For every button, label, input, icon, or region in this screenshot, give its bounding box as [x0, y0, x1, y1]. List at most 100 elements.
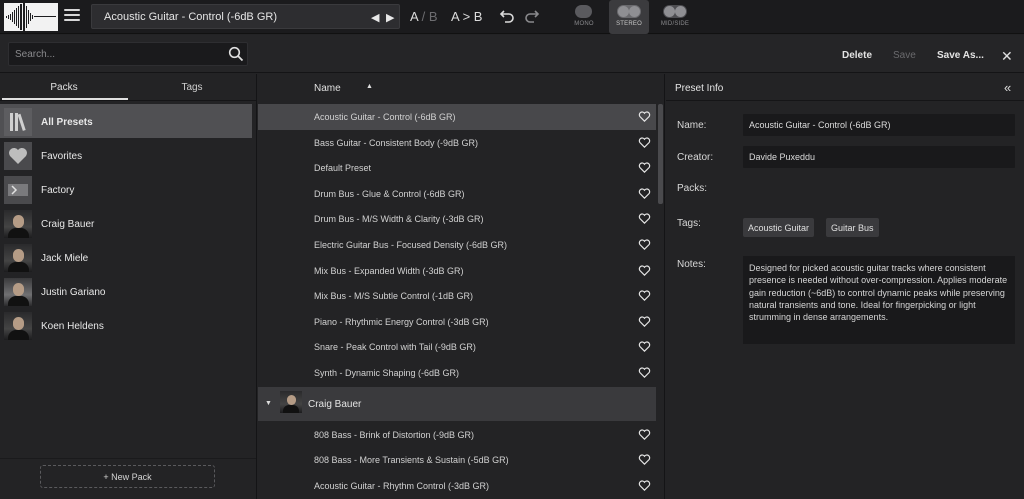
mono-icon: [575, 5, 592, 18]
delete-button[interactable]: Delete: [842, 50, 872, 61]
preset-info-panel: Preset Info « Name: Acoustic Guitar - Co…: [666, 74, 1024, 499]
preset-name: 808 Bass - Brink of Distortion (-9dB GR): [314, 429, 475, 440]
preset-row[interactable]: Mix Bus - M/S Subtle Control (-1dB GR): [258, 283, 656, 309]
pack-label: All Presets: [41, 117, 93, 128]
preset-selector[interactable]: Acoustic Guitar - Control (-6dB GR) ◀ ▶: [91, 4, 400, 29]
hamburger-menu-icon[interactable]: [64, 9, 80, 23]
expand-triangle-icon[interactable]: ▼: [265, 400, 272, 407]
prev-preset-arrow-icon[interactable]: ◀: [371, 11, 379, 24]
favorite-heart-icon[interactable]: [638, 110, 651, 123]
scrollbar[interactable]: [658, 104, 663, 204]
search-input[interactable]: [9, 43, 219, 65]
preset-name: 808 Bass - More Transients & Sustain (-5…: [314, 455, 509, 466]
logo: [4, 3, 58, 31]
preset-list: Acoustic Guitar - Control (-6dB GR) Bass…: [258, 104, 656, 498]
preset-row[interactable]: Electric Guitar Bus - Focused Density (-…: [258, 232, 656, 258]
preset-row[interactable]: Acoustic Guitar - Rhythm Control (-3dB G…: [258, 473, 656, 499]
pack-item-all-presets[interactable]: All Presets: [0, 104, 252, 138]
preset-name: Acoustic Guitar - Control (-6dB GR): [314, 112, 456, 122]
browser-toolbar: Delete Save Save As... ✕: [0, 35, 1024, 73]
avatar: [4, 244, 32, 272]
preset-row[interactable]: Mix Bus - Expanded Width (-3dB GR): [258, 258, 656, 284]
notes-field[interactable]: Designed for picked acoustic guitar trac…: [743, 256, 1015, 344]
favorite-heart-icon[interactable]: [638, 289, 651, 302]
favorite-heart-icon[interactable]: [638, 453, 651, 466]
favorite-heart-icon[interactable]: [638, 340, 651, 353]
favorite-heart-icon[interactable]: [638, 212, 651, 225]
ab-toggle[interactable]: A / B: [410, 9, 438, 24]
preset-row[interactable]: Synth - Dynamic Shaping (-6dB GR): [258, 360, 656, 386]
preset-row[interactable]: Acoustic Guitar - Control (-6dB GR): [258, 104, 656, 130]
search-box: [8, 42, 248, 66]
mode-midside-button[interactable]: MID/SIDE: [655, 0, 695, 34]
favorite-heart-icon[interactable]: [638, 187, 651, 200]
mode-mono-button[interactable]: MONO: [564, 0, 604, 34]
favorite-heart-icon[interactable]: [638, 136, 651, 149]
avatar: [4, 278, 32, 306]
save-button[interactable]: Save: [893, 50, 916, 61]
pack-item-craig-bauer[interactable]: Craig Bauer: [0, 206, 256, 240]
packs-panel: Packs Tags All Presets Favorites Factory…: [0, 74, 257, 499]
redo-icon[interactable]: [524, 8, 540, 24]
favorite-heart-icon[interactable]: [638, 479, 651, 492]
preset-name: Electric Guitar Bus - Focused Density (-…: [314, 239, 508, 250]
new-pack-button[interactable]: + New Pack: [40, 465, 215, 488]
preset-row[interactable]: 808 Bass - Brink of Distortion (-9dB GR): [258, 422, 656, 448]
favorite-heart-icon[interactable]: [638, 264, 651, 277]
preset-name: Mix Bus - Expanded Width (-3dB GR): [314, 265, 464, 276]
notes-label: Notes:: [677, 259, 706, 270]
avatar: [4, 312, 32, 340]
favorite-heart-icon[interactable]: [638, 238, 651, 251]
undo-icon[interactable]: [499, 8, 515, 24]
pack-label: Jack Miele: [41, 253, 89, 264]
next-preset-arrow-icon[interactable]: ▶: [386, 11, 394, 24]
collapse-panel-icon[interactable]: «: [1004, 80, 1011, 95]
heart-icon: [4, 142, 32, 170]
tab-tags[interactable]: Tags: [128, 82, 256, 93]
name-column-header[interactable]: Name: [314, 83, 341, 94]
pack-item-favorites[interactable]: Favorites: [0, 138, 256, 172]
midside-icon: [663, 5, 687, 18]
preset-row[interactable]: Drum Bus - M/S Width & Clarity (-3dB GR): [258, 206, 656, 232]
pack-item-jack-miele[interactable]: Jack Miele: [0, 240, 256, 274]
preset-row[interactable]: Bass Guitar - Consistent Body (-9dB GR): [258, 130, 656, 156]
save-as-button[interactable]: Save As...: [937, 50, 984, 61]
creator-label: Creator:: [677, 152, 714, 163]
pack-label: Craig Bauer: [41, 219, 95, 230]
panel-title: Preset Info: [675, 83, 724, 94]
preset-row[interactable]: Snare - Peak Control with Tail (-9dB GR): [258, 334, 656, 360]
mode-stereo-button[interactable]: STEREO: [609, 0, 649, 34]
tag-chip[interactable]: Guitar Bus: [826, 218, 879, 237]
tag-chip[interactable]: Acoustic Guitar: [743, 218, 815, 237]
name-field[interactable]: Acoustic Guitar - Control (-6dB GR): [743, 114, 1015, 136]
creator-field[interactable]: Davide Puxeddu: [743, 146, 1015, 168]
copy-a-to-b-button[interactable]: A > B: [451, 9, 482, 24]
pack-item-justin-gariano[interactable]: Justin Gariano: [0, 274, 256, 308]
favorite-heart-icon[interactable]: [638, 315, 651, 328]
favorite-heart-icon[interactable]: [638, 366, 651, 379]
avatar: [280, 390, 302, 413]
search-icon[interactable]: [228, 46, 244, 62]
favorite-heart-icon[interactable]: [638, 161, 651, 174]
group-header-craig-bauer[interactable]: ▼ Craig Bauer: [258, 386, 656, 421]
divider: [0, 100, 256, 101]
tab-packs[interactable]: Packs: [0, 82, 128, 93]
sort-ascending-icon[interactable]: ▲: [366, 83, 373, 90]
group-name: Craig Bauer: [308, 398, 362, 410]
preset-name: Drum Bus - Glue & Control (-6dB GR): [314, 188, 465, 199]
close-icon[interactable]: ✕: [1001, 48, 1013, 65]
pack-label: Justin Gariano: [41, 287, 106, 298]
preset-row[interactable]: Default Preset: [258, 155, 656, 181]
preset-name: Snare - Peak Control with Tail (-9dB GR): [314, 342, 476, 353]
preset-row[interactable]: Drum Bus - Glue & Control (-6dB GR): [258, 181, 656, 207]
favorite-heart-icon[interactable]: [638, 428, 651, 441]
preset-row[interactable]: 808 Bass - More Transients & Sustain (-5…: [258, 447, 656, 473]
pack-item-koen-heldens[interactable]: Koen Heldens: [0, 308, 256, 342]
preset-row[interactable]: Piano - Rhythmic Energy Control (-3dB GR…: [258, 309, 656, 335]
preset-name: Mix Bus - M/S Subtle Control (-1dB GR): [314, 291, 474, 302]
preset-name: Piano - Rhythmic Energy Control (-3dB GR…: [314, 316, 489, 327]
pack-label: Koen Heldens: [41, 321, 104, 332]
pack-item-factory[interactable]: Factory: [0, 172, 256, 206]
waveform-logo-icon: [6, 3, 56, 31]
factory-icon: [4, 176, 32, 204]
